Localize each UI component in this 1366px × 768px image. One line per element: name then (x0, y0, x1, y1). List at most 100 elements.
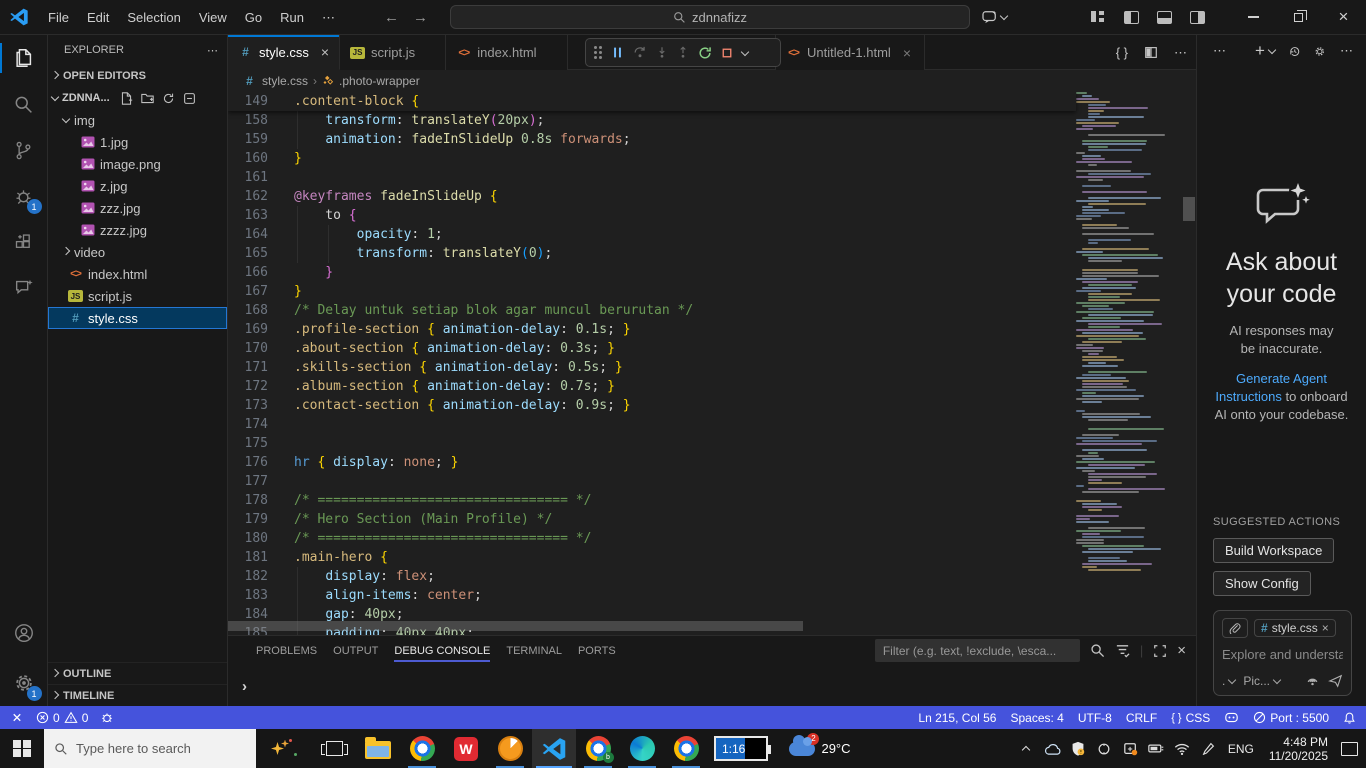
chat-settings-gear-icon[interactable] (1314, 44, 1326, 59)
code-line-sticky[interactable]: 149 .content-block { (228, 92, 1076, 111)
problems-status[interactable]: 0 0 (36, 711, 88, 725)
activity-run-debug[interactable]: 1 (0, 173, 48, 219)
debug-stop-icon[interactable] (721, 47, 733, 59)
code-line[interactable]: 166 } (228, 263, 1196, 282)
debug-step-out-icon[interactable] (677, 46, 689, 59)
mode-picker[interactable]: . (1222, 674, 1237, 688)
tree-item-style.css[interactable]: # style.css (48, 307, 227, 329)
timeline-section[interactable]: TIMELINE (48, 684, 227, 706)
code-line[interactable]: 171 .skills-section { animation-delay: 0.… (228, 358, 1196, 377)
explorer-more-icon[interactable]: ⋯ (207, 44, 219, 57)
show-config-button[interactable]: Show Config (1213, 571, 1311, 596)
tree-item-script.js[interactable]: JS script.js (48, 285, 227, 307)
menu-view[interactable]: View (190, 0, 236, 35)
menu-run[interactable]: Run (271, 0, 313, 35)
panel-tab-debug-console[interactable]: DEBUG CONSOLE (386, 636, 498, 666)
wps-app[interactable]: W (444, 729, 488, 768)
chat-more-icon[interactable]: ⋯ (1340, 43, 1354, 59)
edge-app[interactable] (620, 729, 664, 768)
encoding-status[interactable]: UTF-8 (1078, 711, 1112, 725)
nav-forward-icon[interactable]: → (413, 9, 428, 26)
breadcrumb[interactable]: # style.css › .photo-wrapper (228, 70, 1196, 92)
tab-index.html[interactable]: <>index.html× (446, 35, 568, 70)
code-line[interactable]: 173 .contact-section { animation-delay: 0… (228, 396, 1196, 415)
tree-item-index.html[interactable]: <> index.html (48, 263, 227, 285)
chrome-app-1[interactable] (400, 729, 444, 768)
wifi-icon[interactable] (1174, 743, 1191, 755)
toggle-panel-icon[interactable] (1157, 10, 1172, 24)
activity-source-control[interactable] (0, 127, 48, 173)
code-line[interactable]: 159 animation: fadeInSlideUp 0.8s forwar… (228, 130, 1196, 149)
activity-extensions[interactable] (0, 219, 48, 265)
activity-search[interactable] (0, 81, 48, 127)
filter-icon[interactable] (1115, 643, 1130, 658)
nav-back-icon[interactable]: ← (384, 9, 399, 26)
taskbar-search[interactable]: Type here to search (44, 729, 256, 768)
refresh-icon[interactable] (162, 92, 175, 105)
menu-file[interactable]: File (39, 0, 78, 35)
build-workspace-button[interactable]: Build Workspace (1213, 538, 1335, 563)
file-explorer-app[interactable] (356, 729, 400, 768)
debug-toolbar-grip[interactable] (594, 46, 602, 59)
tree-item-image.png[interactable]: image.png (48, 153, 227, 175)
language-status[interactable]: { } CSS (1171, 711, 1210, 725)
panel-tab-ports[interactable]: PORTS (570, 636, 624, 666)
media-app[interactable] (488, 729, 532, 768)
open-editors-section[interactable]: OPEN EDITORS (48, 65, 227, 87)
model-picker[interactable]: Pic... (1243, 674, 1282, 688)
code-editor[interactable]: 149 .content-block { 158 transform: trans… (228, 92, 1196, 635)
toggle-primary-sidebar-icon[interactable] (1124, 10, 1139, 24)
editor-more-icon[interactable]: ⋯ (1174, 45, 1188, 61)
search-icon[interactable] (1090, 643, 1105, 658)
code-line[interactable]: 170 .about-section { animation-delay: 0.3… (228, 339, 1196, 358)
command-center-search[interactable]: zdnnafizz (450, 5, 970, 29)
task-view-button[interactable] (312, 729, 356, 768)
split-editor-icon[interactable] (1144, 46, 1158, 59)
new-file-icon[interactable] (120, 91, 133, 105)
code-line[interactable]: 167} (228, 282, 1196, 301)
customize-layout-icon[interactable] (1091, 10, 1106, 24)
menu-⋯[interactable]: ⋯ (313, 0, 344, 35)
voice-input-icon[interactable] (1305, 674, 1320, 688)
debug-restart-icon[interactable] (698, 46, 712, 60)
panel-tab-problems[interactable]: PROBLEMS (248, 636, 325, 666)
activity-chat[interactable] (0, 265, 48, 311)
code-line[interactable]: 178 /* ================================ *… (228, 491, 1196, 510)
code-line[interactable]: 175 (228, 434, 1196, 453)
minimap[interactable] (1076, 92, 1182, 592)
code-line[interactable]: 165 transform: translateY(0); (228, 244, 1196, 263)
debug-status[interactable] (100, 711, 114, 724)
indentation-status[interactable]: Spaces: 4 (1010, 711, 1063, 725)
close-panel-icon[interactable]: × (1177, 642, 1186, 659)
close-tab-icon[interactable]: × (321, 44, 329, 60)
debug-pause-icon[interactable] (611, 46, 624, 59)
chevron-down-icon[interactable] (740, 47, 750, 56)
vscode-app[interactable] (532, 729, 576, 768)
notifications-status[interactable] (1343, 711, 1356, 725)
code-line[interactable]: 168 /* Delay untuk setiap blok agar muncu… (228, 301, 1196, 320)
code-line[interactable]: 176 hr { display: none; } (228, 453, 1196, 472)
breadcrumb-symbol[interactable]: .photo-wrapper (339, 74, 420, 88)
eol-status[interactable]: CRLF (1126, 711, 1157, 725)
copilot-status[interactable] (1224, 711, 1239, 724)
tab-Untitled-1.html[interactable]: <> Untitled-1.html × (775, 35, 925, 70)
breadcrumb-file[interactable]: style.css (262, 74, 308, 88)
remote-indicator[interactable] (10, 711, 24, 724)
remove-context-icon[interactable]: × (1322, 621, 1329, 635)
workspace-row[interactable]: ZDNNA... (48, 87, 227, 109)
security-shield-icon[interactable] (1070, 741, 1087, 756)
chat-overflow-icon[interactable]: ⋯ (1213, 43, 1227, 59)
outline-section[interactable]: OUTLINE (48, 662, 227, 684)
activity-settings[interactable]: 1 (0, 660, 48, 706)
code-line[interactable]: 169 .profile-section { animation-delay: 0… (228, 320, 1196, 339)
language-indicator[interactable]: ENG (1228, 742, 1254, 756)
close-tab-icon[interactable]: × (903, 45, 911, 61)
tree-item-zzz.jpg[interactable]: zzz.jpg (48, 197, 227, 219)
collapse-all-icon[interactable] (183, 92, 196, 105)
code-line[interactable]: 164 opacity: 1; (228, 225, 1196, 244)
activity-account[interactable] (0, 610, 48, 656)
start-button[interactable] (0, 729, 44, 768)
menu-edit[interactable]: Edit (78, 0, 118, 35)
tree-item-1.jpg[interactable]: 1.jpg (48, 131, 227, 153)
port-status[interactable]: Port : 5500 (1253, 711, 1329, 725)
